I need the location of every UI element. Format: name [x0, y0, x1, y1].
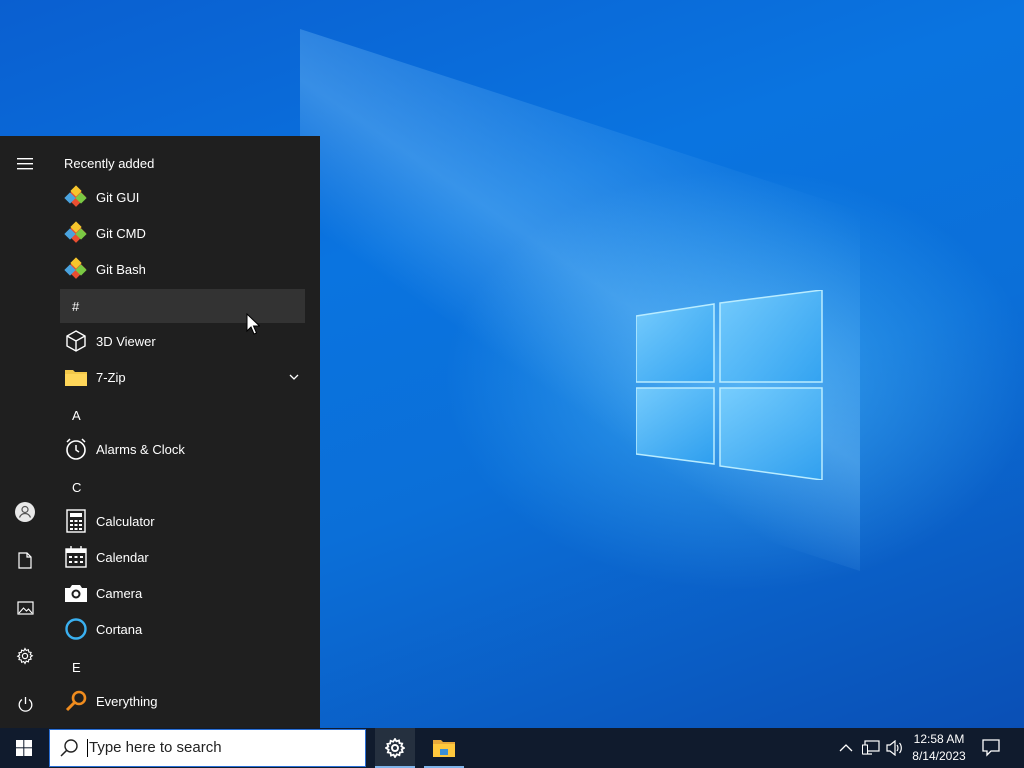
file-explorer-icon [433, 740, 455, 757]
taskbar-settings-app[interactable] [375, 728, 415, 768]
windows-logo-icon [16, 740, 32, 756]
clock-date: 8/14/2023 [912, 749, 966, 763]
app-label: Git GUI [96, 189, 140, 205]
app-item-7zip[interactable]: 7-Zip [60, 360, 305, 394]
text-caret [87, 739, 88, 757]
app-label: Git Bash [96, 261, 146, 277]
app-label: Cortana [96, 621, 143, 637]
group-letter: A [72, 407, 81, 423]
network-icon[interactable] [861, 738, 881, 758]
taskbar-search-box[interactable]: Type here to search [49, 729, 366, 767]
app-item-git-cmd[interactable]: Git CMD [60, 216, 305, 250]
chevron-up-icon[interactable] [836, 738, 856, 758]
group-header-a[interactable]: A [60, 398, 305, 432]
taskbar-file-explorer[interactable] [424, 728, 464, 768]
calendar-icon [63, 544, 89, 570]
git-icon [63, 256, 89, 282]
git-icon [63, 220, 89, 246]
group-header-c[interactable]: C [60, 470, 305, 504]
group-letter: E [72, 659, 81, 675]
action-center-icon[interactable] [978, 736, 1004, 760]
volume-icon[interactable] [885, 738, 905, 758]
app-item-git-gui[interactable]: Git GUI [60, 180, 305, 214]
group-header-hash[interactable]: # [60, 289, 305, 323]
taskbar: Type here to search 12:58 AM 8/14/2023 [0, 728, 1024, 768]
git-icon [63, 184, 89, 210]
pictures-icon[interactable] [8, 591, 42, 625]
folder-icon [63, 364, 89, 390]
camera-icon [63, 580, 89, 606]
recently-added-header: Recently added [64, 156, 155, 171]
app-label: Camera [96, 585, 143, 601]
document-icon[interactable] [8, 543, 42, 577]
group-letter: # [72, 298, 80, 314]
app-label: 7-Zip [96, 369, 126, 385]
clock-icon [63, 436, 89, 462]
clock-time: 12:58 AM [913, 732, 965, 746]
app-item-calculator[interactable]: Calculator [60, 504, 305, 538]
app-item-camera[interactable]: Camera [60, 576, 305, 610]
app-item-everything[interactable]: Everything [60, 684, 305, 718]
group-header-e[interactable]: E [60, 650, 305, 684]
calculator-icon [63, 508, 89, 534]
app-item-alarms-clock[interactable]: Alarms & Clock [60, 432, 305, 466]
user-icon[interactable] [8, 495, 42, 529]
start-rail [0, 136, 50, 728]
app-item-git-bash[interactable]: Git Bash [60, 252, 305, 286]
app-item-calendar[interactable]: Calendar [60, 540, 305, 574]
chevron-down-icon[interactable] [287, 370, 301, 384]
app-label: Alarms & Clock [96, 441, 185, 457]
hamburger-menu-icon[interactable] [8, 147, 42, 181]
search-magnifier-icon [63, 688, 89, 714]
mouse-cursor-icon [246, 313, 260, 335]
app-item-cortana[interactable]: Cortana [60, 612, 305, 646]
app-label: Calculator [96, 513, 155, 529]
app-item-3d-viewer[interactable]: 3D Viewer [60, 324, 305, 358]
app-label: Calendar [96, 549, 149, 565]
taskbar-clock[interactable]: 12:58 AM 8/14/2023 [906, 731, 972, 767]
app-label: Everything [96, 693, 158, 709]
start-button[interactable] [0, 728, 48, 768]
group-letter: C [72, 479, 82, 495]
app-list: Recently added Git GUI Git CMD Git Bash … [60, 136, 310, 728]
search-placeholder: Type here to search [89, 739, 222, 756]
windows-logo-wallpaper [636, 290, 823, 480]
settings-gear-icon [385, 738, 405, 758]
search-icon [60, 739, 78, 757]
app-label: 3D Viewer [96, 333, 156, 349]
gear-icon[interactable] [8, 639, 42, 673]
cube-icon [63, 328, 89, 354]
power-icon[interactable] [8, 687, 42, 721]
cortana-icon [63, 616, 89, 642]
start-menu: Recently added Git GUI Git CMD Git Bash … [0, 136, 320, 728]
app-label: Git CMD [96, 225, 146, 241]
